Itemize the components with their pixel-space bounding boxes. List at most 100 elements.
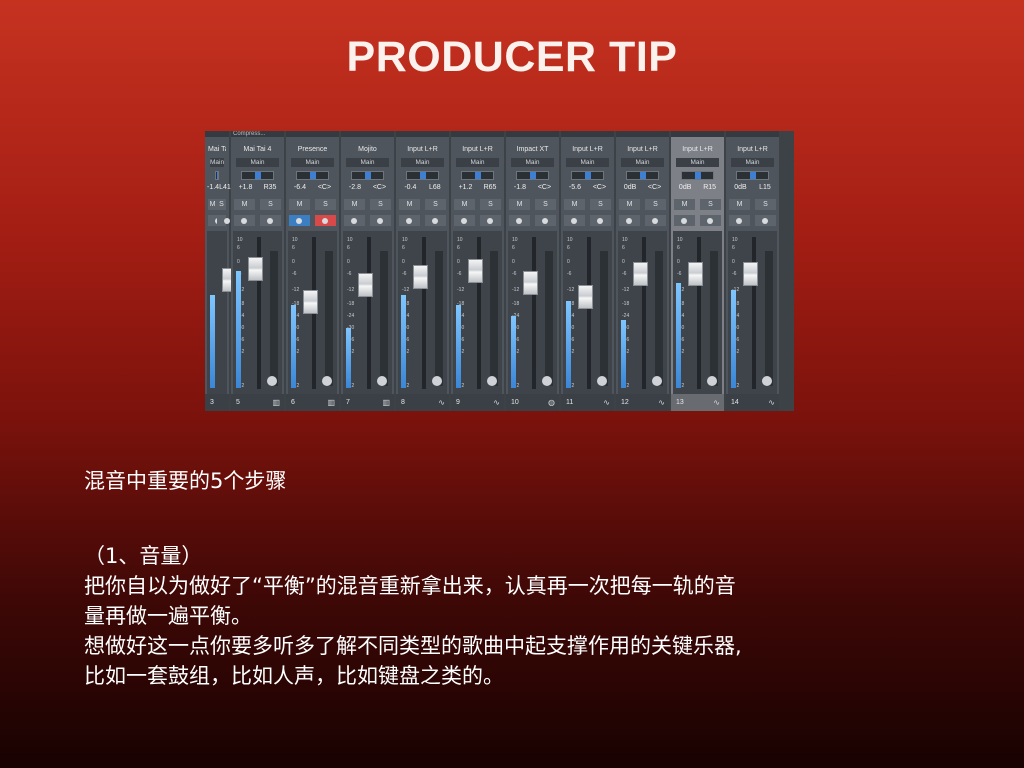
record-button[interactable] xyxy=(315,215,336,226)
mute-button[interactable]: M xyxy=(208,199,217,210)
output-select[interactable]: Main xyxy=(731,158,774,167)
pan-slider[interactable] xyxy=(626,171,659,180)
monitor-button[interactable] xyxy=(454,215,475,226)
channel-name[interactable]: Mojito xyxy=(344,144,391,155)
channel-name[interactable]: Input L+R xyxy=(399,144,446,155)
solo-button[interactable]: S xyxy=(700,199,721,210)
solo-button[interactable]: S xyxy=(590,199,611,210)
volume-fader[interactable] xyxy=(413,265,428,289)
channel-strip[interactable]: Input L+RMain0dBR15MS1060-6-12-18-24-30-… xyxy=(671,131,724,411)
pan-knob-icon[interactable] xyxy=(377,376,387,386)
output-select[interactable]: Main xyxy=(456,158,499,167)
channel-name[interactable]: Impact XT xyxy=(509,144,556,155)
channel-strip[interactable]: Mai Tai 3 Main -1.4L41 MS 3 xyxy=(205,131,237,411)
channel-name[interactable]: Presence xyxy=(289,144,336,155)
pan-slider[interactable] xyxy=(406,171,439,180)
pan-knob-icon[interactable] xyxy=(487,376,497,386)
pan-knob-icon[interactable] xyxy=(707,376,717,386)
monitor-button[interactable] xyxy=(729,215,750,226)
output-select[interactable]: Main xyxy=(676,158,719,167)
volume-fader[interactable] xyxy=(578,285,593,309)
monitor-button[interactable] xyxy=(509,215,530,226)
channel-strip[interactable]: Impact XTMain-1.8<C>MS1060-6-12-18-24-30… xyxy=(506,131,559,411)
output-select[interactable]: Main xyxy=(346,158,389,167)
monitor-button[interactable] xyxy=(289,215,310,226)
record-button[interactable] xyxy=(425,215,446,226)
output-select[interactable]: Main xyxy=(210,158,224,167)
monitor-button[interactable] xyxy=(344,215,365,226)
record-button[interactable] xyxy=(755,215,776,226)
mute-button[interactable]: M xyxy=(234,199,255,210)
mute-button[interactable]: M xyxy=(564,199,585,210)
output-select[interactable]: Main xyxy=(291,158,334,167)
record-button[interactable] xyxy=(535,215,556,226)
volume-fader[interactable] xyxy=(303,290,318,314)
channel-name[interactable]: Input L+R xyxy=(729,144,776,155)
monitor-button[interactable] xyxy=(619,215,640,226)
volume-fader[interactable] xyxy=(688,262,703,286)
pan-knob-icon[interactable] xyxy=(542,376,552,386)
output-select[interactable]: Main xyxy=(401,158,444,167)
output-select[interactable]: Main xyxy=(236,158,279,167)
monitor-button[interactable] xyxy=(399,215,420,226)
channel-strip[interactable]: Input L+RMain-5.6<C>MS1060-6-12-18-24-30… xyxy=(561,131,614,411)
record-button[interactable] xyxy=(370,215,391,226)
channel-strip[interactable]: Input L+RMain0dBL15MS1060-6-12-18-24-30-… xyxy=(726,131,779,411)
pan-knob-icon[interactable] xyxy=(762,376,772,386)
record-button[interactable] xyxy=(260,215,281,226)
channel-name[interactable]: Input L+R xyxy=(674,144,721,155)
pan-knob-icon[interactable] xyxy=(267,376,277,386)
volume-fader[interactable] xyxy=(743,262,758,286)
solo-button[interactable]: S xyxy=(260,199,281,210)
channel-strip[interactable]: Input L+RMain-0.4L68MS1060-6-12-18-24-30… xyxy=(396,131,449,411)
mute-button[interactable]: M xyxy=(509,199,530,210)
pan-slider[interactable] xyxy=(461,171,494,180)
channel-strip[interactable]: PresenceMain-6.4<C>MS1060-6-12-18-24-30-… xyxy=(286,131,339,411)
pan-knob-icon[interactable] xyxy=(652,376,662,386)
volume-fader[interactable] xyxy=(523,271,538,295)
pan-knob-icon[interactable] xyxy=(597,376,607,386)
channel-strip[interactable]: Input L+RMain+1.2R65MS1060-6-12-18-24-30… xyxy=(451,131,504,411)
channel-name[interactable]: Mai Tai 4 xyxy=(234,144,281,155)
mute-button[interactable]: M xyxy=(344,199,365,210)
mute-button[interactable]: M xyxy=(399,199,420,210)
monitor-button[interactable] xyxy=(564,215,585,226)
record-button[interactable] xyxy=(217,215,230,226)
output-select[interactable]: Main xyxy=(566,158,609,167)
pan-slider[interactable] xyxy=(296,171,329,180)
mute-button[interactable]: M xyxy=(619,199,640,210)
monitor-button[interactable] xyxy=(674,215,695,226)
pan-slider[interactable] xyxy=(241,171,274,180)
volume-fader[interactable] xyxy=(633,262,648,286)
solo-button[interactable]: S xyxy=(645,199,666,210)
output-select[interactable]: Main xyxy=(621,158,664,167)
pan-slider[interactable] xyxy=(571,171,604,180)
mute-button[interactable]: M xyxy=(454,199,475,210)
channel-strip[interactable]: Compress...Mai Tai 4Main+1.8R35MS1060-6-… xyxy=(231,131,284,411)
mute-button[interactable]: M xyxy=(729,199,750,210)
monitor-button[interactable] xyxy=(234,215,255,226)
pan-slider[interactable] xyxy=(736,171,769,180)
solo-button[interactable]: S xyxy=(370,199,391,210)
record-button[interactable] xyxy=(645,215,666,226)
solo-button[interactable]: S xyxy=(755,199,776,210)
channel-name[interactable]: Input L+R xyxy=(619,144,666,155)
channel-strip[interactable]: Input L+RMain0dB<C>MS1060-6-12-18-24-30-… xyxy=(616,131,669,411)
solo-button[interactable]: S xyxy=(480,199,501,210)
record-button[interactable] xyxy=(480,215,501,226)
mute-button[interactable]: M xyxy=(289,199,310,210)
channel-name[interactable]: Input L+R xyxy=(564,144,611,155)
channel-name[interactable]: Input L+R xyxy=(454,144,501,155)
record-button[interactable] xyxy=(590,215,611,226)
pan-knob-icon[interactable] xyxy=(322,376,332,386)
pan-slider[interactable] xyxy=(681,171,714,180)
record-button[interactable] xyxy=(700,215,721,226)
channel-name[interactable]: Mai Tai 3 xyxy=(208,144,226,155)
output-select[interactable]: Main xyxy=(511,158,554,167)
mute-button[interactable]: M xyxy=(674,199,695,210)
monitor-button[interactable] xyxy=(208,215,221,226)
solo-button[interactable]: S xyxy=(315,199,336,210)
pan-slider[interactable] xyxy=(516,171,549,180)
volume-fader[interactable] xyxy=(248,257,263,281)
solo-button[interactable]: S xyxy=(217,199,226,210)
